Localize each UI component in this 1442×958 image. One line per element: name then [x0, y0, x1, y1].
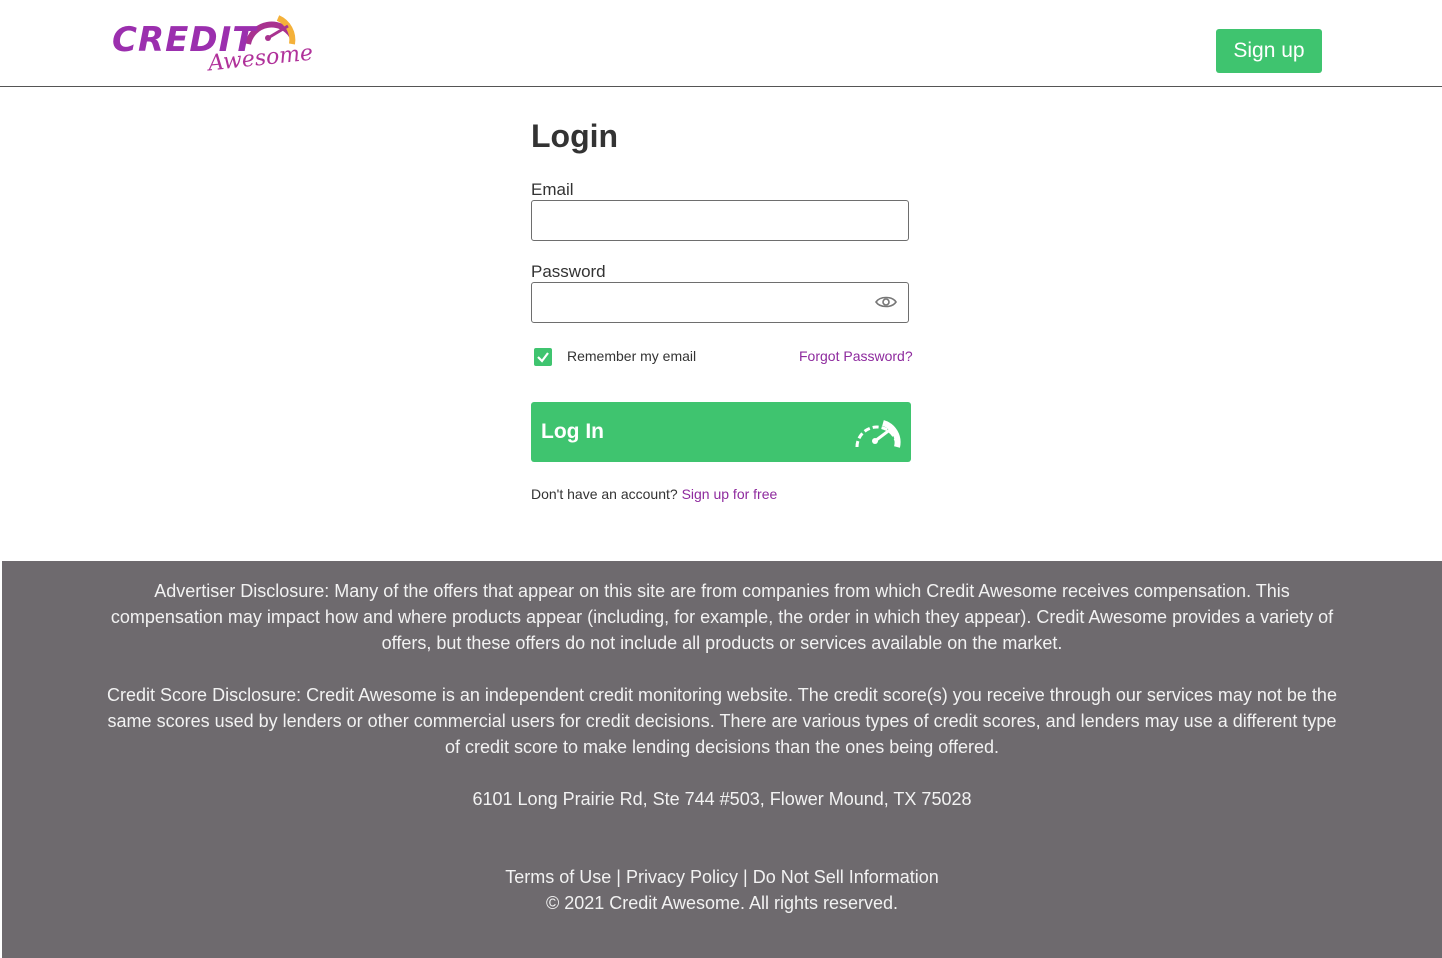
privacy-link[interactable]: Privacy Policy: [626, 867, 738, 887]
link-separator: |: [743, 867, 748, 887]
password-label: Password: [531, 262, 606, 281]
checkmark-icon: [537, 352, 549, 363]
site-footer: Advertiser Disclosure: Many of the offer…: [2, 561, 1442, 958]
link-separator: |: [616, 867, 621, 887]
signup-free-link[interactable]: Sign up for free: [682, 486, 778, 502]
no-account-text: Don't have an account? Sign up for free: [531, 486, 777, 502]
terms-link[interactable]: Terms of Use: [505, 867, 611, 887]
page-title: Login: [531, 118, 619, 154]
forgot-password-link[interactable]: Forgot Password?: [799, 348, 913, 364]
site-header: CREDIT Awesome Sign up: [0, 0, 1442, 87]
remember-checkbox[interactable]: [534, 348, 552, 366]
speedometer-icon: [855, 420, 901, 448]
credit-awesome-logo[interactable]: CREDIT Awesome: [110, 6, 314, 81]
copyright: © 2021 Credit Awesome. All rights reserv…: [545, 893, 899, 913]
email-field[interactable]: [531, 200, 909, 241]
password-field[interactable]: [531, 282, 909, 323]
login-button-label: Log In: [541, 420, 604, 443]
remember-label: Remember my email: [567, 348, 697, 364]
do-not-sell-link[interactable]: Do Not Sell Information: [753, 867, 939, 887]
eye-icon[interactable]: [875, 294, 897, 310]
email-label: Email: [531, 180, 574, 199]
company-address: 6101 Long Prairie Rd, Ste 744 #503, Flow…: [472, 789, 972, 809]
credit-score-disclosure: Credit Score Disclosure: Credit Awesome …: [107, 685, 1337, 757]
footer-links: Terms of Use | Privacy Policy | Do Not S…: [102, 864, 1342, 890]
advertiser-disclosure: Advertiser Disclosure: Many of the offer…: [110, 581, 1334, 653]
login-button[interactable]: Log In: [531, 402, 911, 462]
no-account-label: Don't have an account?: [531, 486, 678, 502]
signup-button[interactable]: Sign up: [1216, 29, 1322, 73]
